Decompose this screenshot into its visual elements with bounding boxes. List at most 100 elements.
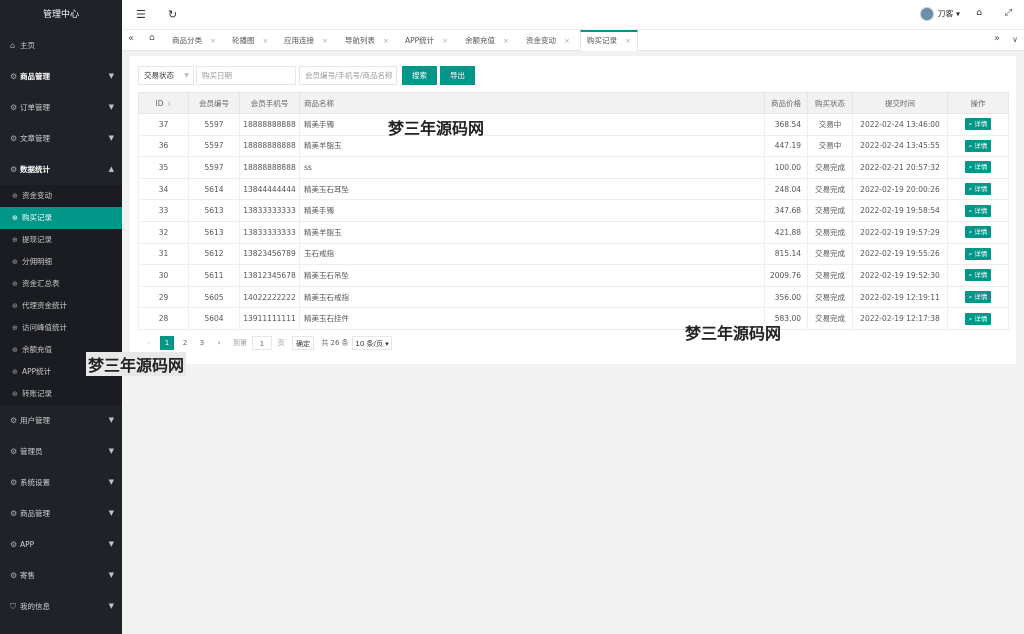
cell-status: 交易中	[807, 134, 853, 158]
cell-action: ⌕ 详情	[947, 242, 1009, 266]
close-icon[interactable]: ×	[263, 37, 269, 45]
cell-action: ⌕ 详情	[947, 264, 1009, 287]
detail-button[interactable]: ⌕ 详情	[964, 139, 992, 152]
sidebar-subitem-fund-summary[interactable]: ⊕ 资金汇总表	[0, 273, 122, 295]
menu-toggle-icon[interactable]: ☰	[136, 8, 146, 21]
close-icon[interactable]: ×	[503, 37, 509, 45]
cell-time: 2022-02-21 20:57:32	[852, 156, 948, 179]
sidebar-subitem-visit-peak[interactable]: ⊕ 访问峰值统计	[0, 317, 122, 339]
detail-label: 详情	[974, 141, 988, 150]
detail-button[interactable]: ⌕ 详情	[964, 247, 992, 260]
home-icon[interactable]: ⌂	[149, 33, 155, 43]
sidebar-subitem-commission[interactable]: ⊕ 分佣明细	[0, 251, 122, 273]
close-icon[interactable]: ×	[625, 37, 631, 45]
detail-button[interactable]: ⌕ 详情	[964, 183, 992, 196]
date-input[interactable]: 购买日期	[196, 66, 296, 85]
cell-time: 2022-02-19 19:57:29	[852, 220, 948, 244]
tab-fund-change[interactable]: 资金变动 ×	[526, 30, 570, 51]
tab-recharge[interactable]: 余额充值 ×	[465, 30, 509, 51]
detail-label: 详情	[974, 249, 988, 258]
tab-carousel[interactable]: 轮播图 ×	[232, 30, 268, 51]
circle-icon: ⊕	[12, 258, 18, 266]
export-button[interactable]: 导出	[440, 66, 475, 85]
table-row: 31 5612 13823456789 玉石戒指 815.14 交易完成 2022-02-1…	[138, 242, 1009, 266]
tab-nav-list[interactable]: 导航列表 ×	[345, 30, 389, 51]
status-select[interactable]: 交易状态 ▼	[138, 66, 194, 85]
page-1[interactable]: 1	[160, 336, 174, 350]
tabs-more-icon[interactable]: ∨	[1012, 35, 1018, 44]
cell-goods-name: ss	[299, 156, 765, 179]
cell-goods-name: 精美手镯	[299, 113, 765, 136]
watermark: 梦三年源码网	[388, 119, 485, 138]
col-id[interactable]: ID ⇕	[138, 92, 189, 114]
caret-down-icon: ▼	[108, 72, 114, 80]
cell-member: 5613	[188, 199, 240, 222]
caret-down-icon: ▼	[108, 602, 114, 610]
cell-id: 33	[138, 199, 189, 222]
close-icon[interactable]: ×	[322, 37, 328, 45]
tab-purchase-records[interactable]: 购买记录 ×	[580, 30, 638, 51]
close-icon[interactable]: ×	[442, 37, 448, 45]
sidebar-item-articles[interactable]: ⚙ 文章管理 ▼	[0, 123, 122, 154]
sort-icon[interactable]: ⇕	[166, 101, 171, 108]
cell-id: 37	[138, 113, 189, 136]
keyword-input[interactable]: 会员编号/手机号/商品名称	[299, 66, 397, 85]
cell-status: 交易完成	[807, 307, 853, 330]
col-member: 会员编号	[188, 92, 240, 114]
close-icon[interactable]: ×	[564, 37, 570, 45]
sidebar-subitem-withdraw-records[interactable]: ⊕ 提现记录	[0, 229, 122, 251]
caret-down-icon: ▼	[184, 72, 189, 79]
cell-member: 5604	[188, 307, 240, 330]
detail-label: 详情	[974, 120, 988, 129]
page-prev-icon[interactable]: ‹	[144, 336, 154, 350]
detail-button[interactable]: ⌕ 详情	[964, 118, 992, 131]
content-card: 交易状态 ▼ 购买日期 会员编号/手机号/商品名称 搜索 导出 ID ⇕ 会员编号 …	[130, 56, 1016, 364]
detail-button[interactable]: ⌕ 详情	[964, 269, 992, 282]
sidebar-item-home[interactable]: ⌂ 主页	[0, 30, 122, 61]
page-size-select[interactable]: 10 条/页 ▾	[352, 336, 392, 350]
sidebar-item-my-info[interactable]: ⛉ 我的信息 ▼	[0, 591, 122, 622]
page-unit-label: 页	[277, 339, 285, 347]
cell-time: 2022-02-19 19:55:26	[852, 242, 948, 266]
sidebar-subitem-agent-stats[interactable]: ⊕ 代理资金统计	[0, 295, 122, 317]
sidebar-item-statistics[interactable]: ⚙ 数据统计 ▲	[0, 154, 122, 185]
close-icon[interactable]: ×	[210, 37, 216, 45]
tab-app-links[interactable]: 应用连接 ×	[284, 30, 328, 51]
tag-icon[interactable]: ⌂	[976, 8, 982, 18]
refresh-icon[interactable]: ↻	[168, 8, 177, 21]
fullscreen-icon[interactable]: ⤢	[1005, 8, 1012, 18]
goto-confirm-button[interactable]: 确定	[292, 336, 314, 350]
sidebar-item-admins[interactable]: ⚙ 管理员 ▼	[0, 436, 122, 467]
sidebar-item-goods-manage-2[interactable]: ⚙ 商品管理 ▼	[0, 498, 122, 529]
goto-input[interactable]: 1	[252, 336, 272, 350]
sidebar-item-users[interactable]: ⚙ 用户管理 ▼	[0, 405, 122, 436]
sidebar-item-system-settings[interactable]: ⚙ 系统设置 ▼	[0, 467, 122, 498]
sidebar-item-goods-manage[interactable]: ⚙ 商品管理 ▼	[0, 61, 122, 92]
sidebar-subitem-purchase-records[interactable]: ⊕ 购买记录	[0, 207, 122, 229]
table-row: 35 5597 18888888888 ss 100.00 交易完成 2022-02-21 …	[138, 156, 1009, 179]
caret-down-icon: ▼	[108, 509, 114, 517]
detail-button[interactable]: ⌕ 详情	[964, 226, 992, 239]
cell-goods-name: 精美羊脂玉	[299, 220, 765, 244]
sidebar-item-consignment[interactable]: ⚙ 寄售 ▼	[0, 560, 122, 591]
detail-button[interactable]: ⌕ 详情	[964, 291, 992, 304]
sidebar-subitem-fund-change[interactable]: ⊕ 资金变动	[0, 185, 122, 207]
page-3[interactable]: 3	[195, 336, 209, 350]
tabs-next-icon[interactable]: »	[994, 33, 1000, 44]
detail-button[interactable]: ⌕ 详情	[964, 161, 992, 174]
detail-label: 详情	[974, 314, 988, 323]
tabs-prev-icon[interactable]: «	[128, 33, 134, 44]
sidebar-item-app[interactable]: ⚙ APP ▼	[0, 529, 122, 560]
tab-app-stats[interactable]: APP统计 ×	[405, 30, 448, 51]
user-menu[interactable]: 刀客 ▾	[920, 7, 960, 21]
page-next-icon[interactable]: ›	[214, 336, 224, 350]
search-button[interactable]: 搜索	[402, 66, 437, 85]
detail-button[interactable]: ⌕ 详情	[964, 204, 992, 217]
tab-goods-category[interactable]: 商品分类 ×	[172, 30, 216, 51]
detail-button[interactable]: ⌕ 详情	[964, 312, 992, 325]
close-icon[interactable]: ×	[383, 37, 389, 45]
page-2[interactable]: 2	[178, 336, 192, 350]
cell-time: 2022-02-19 20:00:26	[852, 177, 948, 201]
sidebar-subitem-transfer[interactable]: ⊕ 转账记录	[0, 383, 122, 405]
sidebar-item-orders[interactable]: ⚙ 订单管理 ▼	[0, 92, 122, 123]
